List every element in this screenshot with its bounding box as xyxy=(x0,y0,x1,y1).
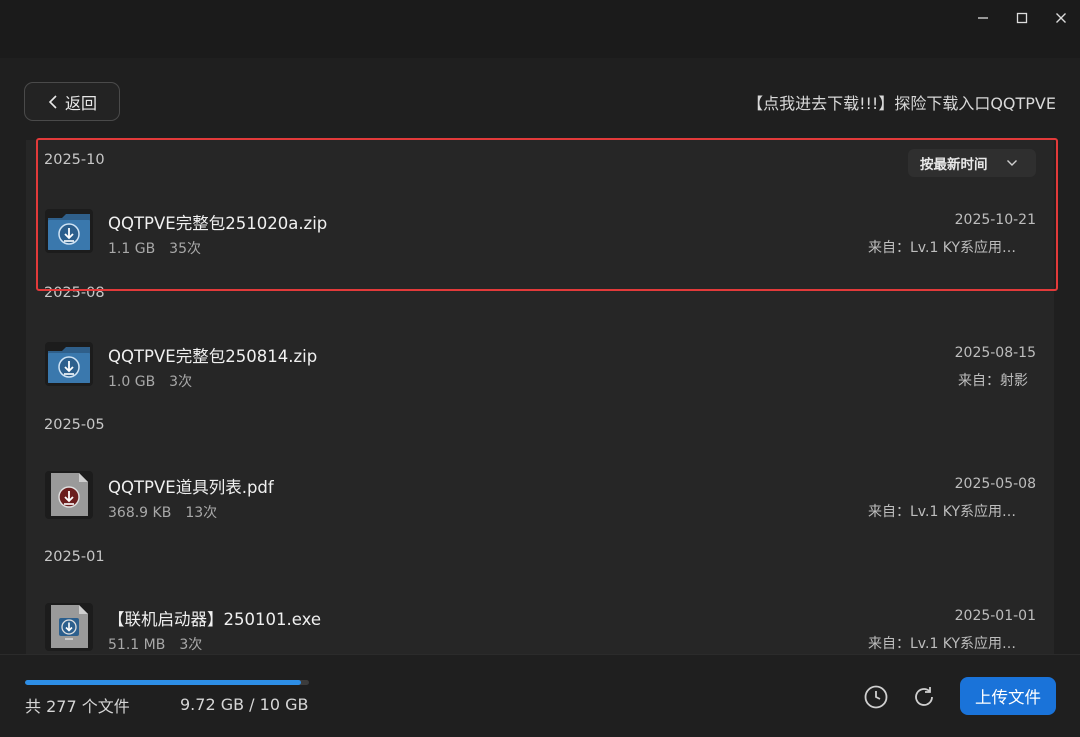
file-date: 2025-10-21 xyxy=(954,212,1036,228)
file-row[interactable]: 【联机启动器】250101.exe 51.1 MB 3次 2025-01-01 来… xyxy=(26,596,1054,654)
file-date: 2025-01-01 xyxy=(954,608,1036,624)
minimize-icon xyxy=(978,17,988,19)
clock-icon xyxy=(864,685,888,709)
group-label: 2025-05 xyxy=(44,417,105,433)
maximize-button[interactable] xyxy=(1007,4,1037,32)
exe-file-icon xyxy=(45,603,93,651)
refresh-icon xyxy=(915,687,933,706)
file-meta: 368.9 KB 13次 xyxy=(108,502,217,522)
file-row[interactable]: QQTPVE完整包250814.zip 1.0 GB 3次 2025-08-15 … xyxy=(26,333,1054,399)
upload-file-button[interactable]: 上传文件 xyxy=(960,677,1056,715)
file-name: 【联机启动器】250101.exe xyxy=(108,610,322,629)
download-count: 3次 xyxy=(179,637,203,653)
history-button[interactable] xyxy=(862,683,890,711)
file-meta: 1.0 GB 3次 xyxy=(108,371,192,391)
file-source: 来自：射影 xyxy=(958,373,1028,389)
file-source: 来自：Lv.1 KY系应用共享 xyxy=(868,504,1028,520)
storage-usage: 9.72 GB / 10 GB xyxy=(180,695,309,714)
group-label: 2025-08 xyxy=(44,285,105,301)
file-size: 1.1 GB xyxy=(108,241,156,257)
zip-folder-icon xyxy=(45,209,93,253)
group-label: 2025-10 xyxy=(44,152,105,168)
file-meta: 1.1 GB 35次 xyxy=(108,238,201,258)
file-size: 368.9 KB xyxy=(108,505,172,521)
title-bar xyxy=(0,0,1080,58)
back-button[interactable]: 返回 xyxy=(24,82,120,121)
chevron-left-icon xyxy=(48,94,57,109)
minimize-button[interactable] xyxy=(968,4,998,32)
chevron-down-icon xyxy=(1006,160,1017,166)
file-size: 51.1 MB xyxy=(108,637,166,653)
file-meta: 51.1 MB 3次 xyxy=(108,634,202,654)
file-count: 共 277 个文件 xyxy=(25,697,130,716)
file-source: 来自：Lv.1 KY系应用共享 xyxy=(868,240,1028,256)
file-list: 2025-10 按最新时间 QQTPVE完整包251020a.zip 1.1 G… xyxy=(26,140,1054,654)
sort-label: 按最新时间 xyxy=(920,157,988,173)
download-count: 13次 xyxy=(185,505,218,521)
file-name: QQTPVE完整包251020a.zip xyxy=(108,214,328,233)
footer: 共 277 个文件 9.72 GB / 10 GB 上传文件 xyxy=(0,654,1080,737)
pdf-file-icon xyxy=(45,471,93,519)
refresh-button[interactable] xyxy=(910,683,938,711)
file-date: 2025-05-08 xyxy=(954,476,1036,492)
download-entry-link[interactable]: 【点我进去下载!!!】探险下载入口QQTPVE xyxy=(747,90,1056,114)
maximize-icon xyxy=(1016,12,1028,24)
file-name: QQTPVE道具列表.pdf xyxy=(108,478,274,497)
download-count: 3次 xyxy=(169,374,193,390)
back-button-label: 返回 xyxy=(64,93,97,113)
sort-dropdown[interactable]: 按最新时间 xyxy=(908,149,1036,177)
close-button[interactable] xyxy=(1046,4,1076,32)
file-date: 2025-08-15 xyxy=(954,345,1036,361)
file-source: 来自：Lv.1 KY系应用共享 xyxy=(868,636,1028,652)
storage-progress-bar xyxy=(25,680,309,685)
zip-folder-icon xyxy=(45,342,93,386)
file-row[interactable]: QQTPVE道具列表.pdf 368.9 KB 13次 2025-05-08 来自… xyxy=(26,464,1054,530)
download-count: 35次 xyxy=(169,241,201,257)
file-row[interactable]: QQTPVE完整包251020a.zip 1.1 GB 35次 2025-10-2… xyxy=(26,200,1054,266)
file-name: QQTPVE完整包250814.zip xyxy=(108,347,318,366)
storage-progress-fill xyxy=(25,680,302,685)
group-label: 2025-01 xyxy=(44,549,105,565)
file-size: 1.0 GB xyxy=(108,374,156,390)
close-icon xyxy=(1056,13,1066,23)
header: 返回 【点我进去下载!!!】探险下载入口QQTPVE xyxy=(0,58,1080,138)
